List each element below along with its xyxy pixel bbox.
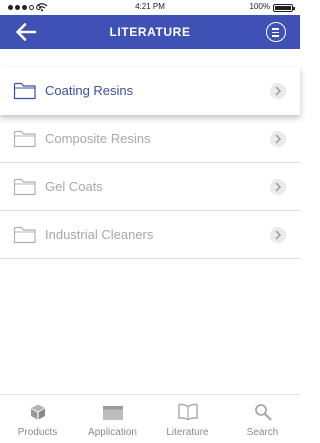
list-item-label: Composite Resins [45, 131, 151, 146]
bottom-tab-bar: Products Application Literature Search [0, 394, 300, 443]
tab-literature[interactable]: Literature [150, 395, 225, 443]
list-item[interactable]: Industrial Cleaners [0, 211, 300, 259]
chevron-right-icon [270, 179, 286, 195]
list-item[interactable]: Coating Resins [0, 67, 300, 115]
list-item-label: Gel Coats [45, 179, 103, 194]
cube-icon [30, 404, 45, 420]
menu-button[interactable] [266, 22, 286, 42]
folder-icon [13, 82, 36, 100]
literature-list: Coating Resins Composite Resins Gel Coats I… [0, 67, 300, 259]
tab-application[interactable]: Application [75, 395, 150, 443]
book-icon [177, 403, 198, 421]
chevron-right-icon [270, 83, 286, 99]
window-icon [102, 406, 123, 420]
tab-label: Products [17, 427, 58, 438]
tab-label: Application [88, 427, 137, 438]
tab-search[interactable]: Search [225, 395, 300, 443]
search-icon [254, 404, 272, 421]
status-bar: 4:21 PM 100% [0, 0, 300, 15]
tab-label: Literature [166, 427, 209, 438]
arrow-left-icon [16, 23, 37, 41]
menu-line-icon [272, 35, 279, 37]
list-item-label: Industrial Cleaners [45, 227, 154, 242]
battery-percent: 100% [249, 2, 270, 11]
menu-line-icon [272, 31, 279, 33]
chevron-right-icon [270, 227, 286, 243]
tab-products[interactable]: Products [0, 395, 75, 443]
list-item-label: Coating Resins [45, 83, 134, 98]
page-title: LITERATURE [109, 25, 191, 39]
list-item[interactable]: Composite Resins [0, 115, 300, 163]
folder-icon [13, 178, 36, 196]
list-item[interactable]: Gel Coats [0, 163, 300, 211]
folder-icon [13, 130, 36, 148]
chevron-right-icon [270, 131, 286, 147]
battery-icon [273, 4, 295, 12]
back-button[interactable] [14, 21, 38, 43]
folder-icon [13, 226, 36, 244]
tab-label: Search [246, 427, 279, 438]
app-header: LITERATURE [0, 15, 300, 49]
menu-line-icon [272, 28, 279, 30]
